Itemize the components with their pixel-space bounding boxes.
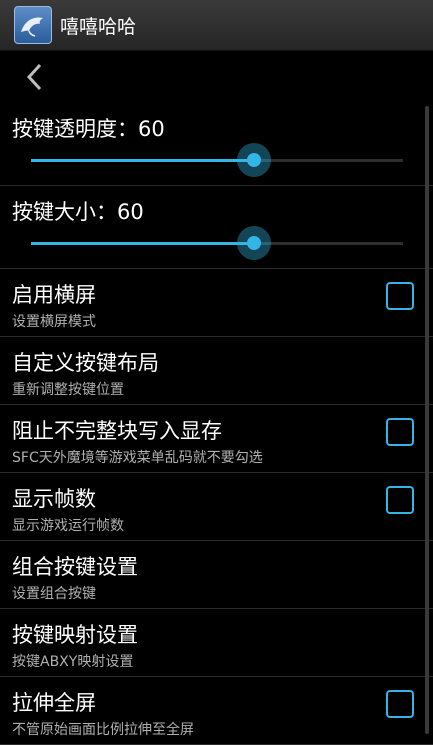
slider-thumb[interactable] [237,226,272,260]
stretch-fullscreen-title: 拉伸全屏 [12,691,96,715]
combo-keys-title: 组合按键设置 [12,555,138,579]
block-vram-write-title: 阻止不完整块写入显存 [12,419,222,443]
block-vram-write-summary: SFC天外魔境等游戏菜单乱码就不要勾选 [12,450,263,466]
button-opacity-slider[interactable] [31,143,403,177]
dolphin-icon [14,6,52,44]
combo-keys-summary: 设置组合按键 [12,586,96,602]
custom-layout-summary: 重新调整按键位置 [12,382,124,398]
block-vram-write-checkbox[interactable] [386,418,414,446]
button-size-label: 按键大小：60 [12,200,144,224]
stretch-fullscreen-setting[interactable]: 拉伸全屏 不管原始画面比例拉伸至全屏 [0,677,433,745]
landscape-setting[interactable]: 启用横屏 设置横屏模式 [0,269,433,337]
button-size-setting: 按键大小：60 [0,186,433,269]
key-mapping-title: 按键映射设置 [12,623,138,647]
key-mapping-setting[interactable]: 按键映射设置 按键ABXY映射设置 [0,609,433,677]
show-fps-checkbox[interactable] [386,486,414,514]
landscape-summary: 设置横屏模式 [12,314,96,330]
custom-layout-setting[interactable]: 自定义按键布局 重新调整按键位置 [0,337,433,405]
stretch-fullscreen-checkbox[interactable] [386,690,414,718]
button-opacity-setting: 按键透明度：60 [0,103,433,186]
show-fps-summary: 显示游戏运行帧数 [12,518,124,534]
key-mapping-summary: 按键ABXY映射设置 [12,654,134,670]
combo-keys-setting[interactable]: 组合按键设置 设置组合按键 [0,541,433,609]
scrollbar[interactable] [425,106,429,734]
show-fps-title: 显示帧数 [12,487,96,511]
stretch-fullscreen-summary: 不管原始画面比例拉伸至全屏 [12,722,194,738]
show-fps-setting[interactable]: 显示帧数 显示游戏运行帧数 [0,473,433,541]
slider-thumb[interactable] [237,143,272,177]
block-vram-write-setting[interactable]: 阻止不完整块写入显存 SFC天外魔境等游戏菜单乱码就不要勾选 [0,405,433,473]
custom-layout-title: 自定义按键布局 [12,351,159,375]
slider-fill [31,242,255,245]
settings-list: 按键透明度：60 按键大小：60 启用横屏 设置横屏模式 自定义按键布局 重新调… [0,103,433,745]
title-bar: 嘻嘻哈哈 [0,0,433,51]
button-opacity-label: 按键透明度：60 [12,117,165,141]
action-bar [0,51,433,103]
chevron-left-icon [26,63,42,91]
landscape-checkbox[interactable] [386,282,414,310]
slider-fill [31,159,255,162]
landscape-title: 启用横屏 [12,283,96,307]
app-title: 嘻嘻哈哈 [60,15,137,38]
button-size-slider[interactable] [31,226,403,260]
back-button[interactable] [24,57,54,97]
